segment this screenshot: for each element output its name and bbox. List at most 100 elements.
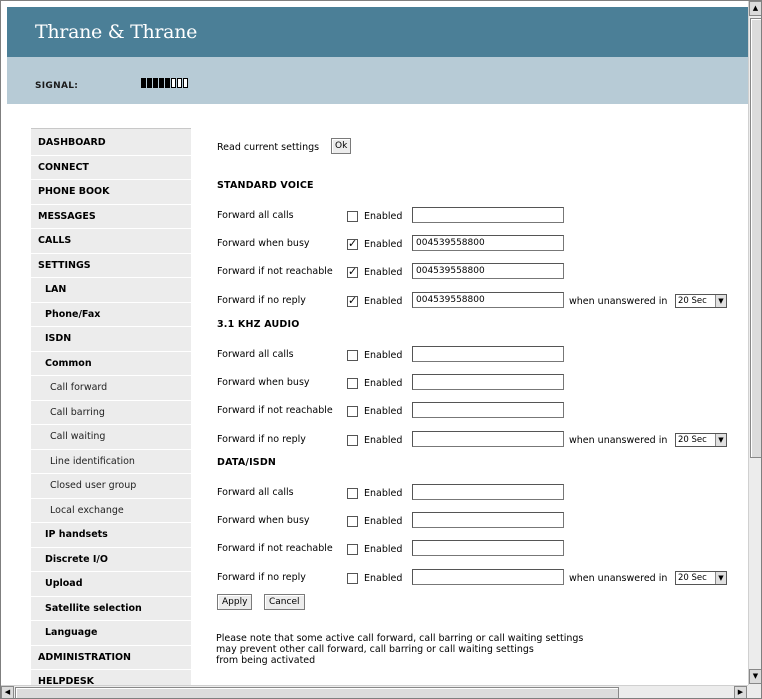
unanswered-label: when unanswered in [569, 296, 668, 307]
enabled-checkbox[interactable]: ✓ [347, 294, 358, 307]
sidebar-item-lan[interactable]: LAN [31, 278, 191, 303]
signal-segment [171, 78, 176, 88]
sidebar-item-call-barring[interactable]: Call barring [31, 400, 191, 425]
enabled-label: Enabled [364, 239, 403, 250]
enabled-label: Enabled [364, 350, 403, 361]
enabled-label: Enabled [364, 406, 403, 417]
enabled-checkbox[interactable] [347, 378, 358, 389]
forward-number-field[interactable] [412, 374, 564, 390]
sidebar-item-settings[interactable]: SETTINGS [31, 253, 191, 278]
sidebar-item-phone-book[interactable]: PHONE BOOK [31, 180, 191, 205]
sidebar-item-call-waiting[interactable]: Call waiting [31, 425, 191, 450]
unanswered-label: when unanswered in [569, 435, 668, 446]
forward-number-field[interactable] [412, 346, 564, 362]
forward-number-field[interactable] [412, 431, 564, 447]
forward-number-field[interactable]: 004539558800 [412, 292, 564, 308]
enabled-checkbox[interactable]: ✓ [347, 237, 358, 250]
sidebar-item-dashboard[interactable]: DASHBOARD [31, 131, 191, 156]
sidebar-item-phone-fax[interactable]: Phone/Fax [31, 302, 191, 327]
check-mark-icon: ✓ [348, 294, 358, 307]
dropdown-arrow-icon[interactable]: ▼ [715, 572, 726, 584]
note-line: from being activated [216, 655, 316, 666]
forward-number-field[interactable]: 004539558800 [412, 235, 564, 251]
section-title-standard-voice: STANDARD VOICE [217, 180, 314, 191]
check-mark-icon: ✓ [348, 237, 358, 250]
enabled-checkbox[interactable] [347, 516, 358, 527]
forward-row-label: Forward all calls [217, 210, 294, 221]
unanswered-timeout-select[interactable]: 20 Sec ▼ [675, 433, 727, 447]
scroll-up-icon[interactable]: ▲ [749, 1, 761, 16]
signal-segment [147, 78, 152, 88]
enabled-label: Enabled [364, 573, 403, 584]
section-title-audio-3-1-khz: 3.1 KHZ AUDIO [217, 319, 300, 330]
forward-row-label: Forward if not reachable [217, 543, 333, 554]
horizontal-scroll-thumb[interactable] [15, 687, 619, 698]
forward-number-field[interactable] [412, 207, 564, 223]
sidebar-item-discrete-io[interactable]: Discrete I/O [31, 547, 191, 572]
enabled-checkbox[interactable]: ✓ [347, 265, 358, 278]
vertical-scroll-thumb[interactable] [750, 18, 761, 458]
unanswered-timeout-select[interactable]: 20 Sec ▼ [675, 571, 727, 585]
brand-logo: Thrane & Thrane [35, 21, 198, 43]
read-settings-label: Read current settings [217, 142, 320, 153]
enabled-label: Enabled [364, 378, 403, 389]
sidebar-item-closed-user-group[interactable]: Closed user group [31, 474, 191, 499]
sidebar-item-connect[interactable]: CONNECT [31, 155, 191, 180]
enabled-checkbox[interactable] [347, 573, 358, 584]
apply-button[interactable]: Apply [217, 594, 253, 610]
sidebar-item-language[interactable]: Language [31, 621, 191, 646]
sidebar-item-ip-handsets[interactable]: IP handsets [31, 523, 191, 548]
forward-number-field[interactable] [412, 402, 564, 418]
horizontal-scrollbar[interactable]: ◀ ▶ [1, 685, 748, 698]
scrollbar-corner [748, 685, 761, 698]
sidebar-item-local-exchange[interactable]: Local exchange [31, 498, 191, 523]
signal-segment [183, 78, 188, 88]
forward-number-field[interactable] [412, 484, 564, 500]
sidebar-item-calls[interactable]: CALLS [31, 229, 191, 254]
signal-segment [159, 78, 164, 88]
forward-number-field[interactable] [412, 512, 564, 528]
forward-number-field[interactable] [412, 569, 564, 585]
select-value: 20 Sec [678, 296, 707, 306]
ok-button[interactable]: Ok [331, 138, 352, 154]
sidebar-item-isdn[interactable]: ISDN [31, 327, 191, 352]
enabled-checkbox[interactable] [347, 435, 358, 446]
select-value: 20 Sec [678, 435, 707, 445]
unanswered-timeout-select[interactable]: 20 Sec ▼ [675, 294, 727, 308]
signal-segment [141, 78, 146, 88]
enabled-checkbox[interactable] [347, 211, 358, 222]
sidebar-item-administration[interactable]: ADMINISTRATION [31, 645, 191, 670]
enabled-label: Enabled [364, 211, 403, 222]
scroll-down-icon[interactable]: ▼ [749, 669, 761, 684]
select-value: 20 Sec [678, 573, 707, 583]
enabled-checkbox[interactable] [347, 406, 358, 417]
sidebar-item-line-identification[interactable]: Line identification [31, 449, 191, 474]
enabled-checkbox[interactable] [347, 488, 358, 499]
signal-segment [153, 78, 158, 88]
enabled-label: Enabled [364, 516, 403, 527]
signal-label: SIGNAL: [35, 81, 79, 91]
note-line: may prevent other call forward, call bar… [216, 644, 534, 655]
dropdown-arrow-icon[interactable]: ▼ [715, 295, 726, 307]
forward-number-field[interactable]: 004539558800 [412, 263, 564, 279]
vertical-scrollbar[interactable]: ▲ ▼ [748, 1, 761, 685]
sidebar-item-upload[interactable]: Upload [31, 572, 191, 597]
forward-number-field[interactable] [412, 540, 564, 556]
sidebar-item-messages[interactable]: MESSAGES [31, 204, 191, 229]
sidebar-item-satellite-selection[interactable]: Satellite selection [31, 596, 191, 621]
settings-note: Please note that some active call forwar… [216, 633, 583, 666]
enabled-label: Enabled [364, 488, 403, 499]
forward-row-label: Forward when busy [217, 377, 310, 388]
cancel-button[interactable]: Cancel [264, 594, 305, 610]
enabled-checkbox[interactable] [347, 544, 358, 555]
dropdown-arrow-icon[interactable]: ▼ [715, 434, 726, 446]
forward-row-label: Forward if no reply [217, 572, 306, 583]
enabled-label: Enabled [364, 544, 403, 555]
signal-strength-meter [141, 78, 188, 88]
browser-frame: Thrane & Thrane SIGNAL: DASHBOARD CONNECT… [0, 0, 762, 699]
enabled-checkbox[interactable] [347, 350, 358, 361]
scroll-left-icon[interactable]: ◀ [1, 686, 14, 698]
sidebar-item-common[interactable]: Common [31, 351, 191, 376]
scroll-right-icon[interactable]: ▶ [734, 686, 747, 698]
sidebar-item-call-forward[interactable]: Call forward [31, 376, 191, 401]
